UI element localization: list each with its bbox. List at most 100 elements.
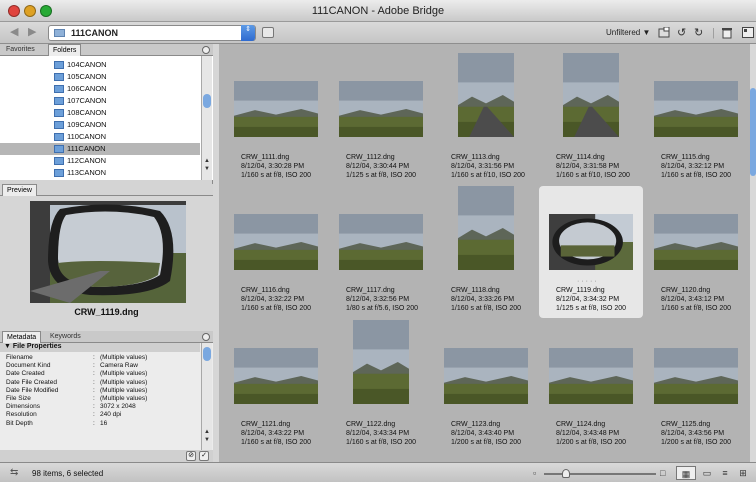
- back-arrow-icon[interactable]: ◀: [10, 26, 18, 39]
- thumbnail-image[interactable]: [458, 186, 514, 270]
- cancel-icon[interactable]: ⊘: [186, 451, 196, 461]
- apply-check-icon[interactable]: ✓: [199, 451, 209, 461]
- path-dropdown-arrows-icon[interactable]: ⇕: [241, 25, 255, 41]
- thumbnail-cell[interactable]: CRW_1115.dng 8/12/04, 3:32:12 PM 1/160 s a…: [644, 53, 748, 185]
- forward-arrow-icon[interactable]: ▶: [28, 26, 36, 39]
- metadata-key: Bit Depth: [6, 419, 33, 427]
- thumbnail-cell[interactable]: CRW_1117.dng 8/12/04, 3:32:56 PM 1/80 s at…: [329, 186, 433, 318]
- versions-view-icon[interactable]: ⊞: [736, 466, 750, 480]
- thumbnail-cell[interactable]: CRW_1125.dng 8/12/04, 3:43:56 PM 1/200 s a…: [644, 320, 748, 452]
- tab-preview[interactable]: Preview: [2, 184, 37, 196]
- thumbnail-cell[interactable]: CRW_1124.dng 8/12/04, 3:43:48 PM 1/200 s a…: [539, 320, 643, 452]
- thumbnail-image[interactable]: [549, 214, 633, 270]
- thumbnail-image[interactable]: [353, 320, 409, 404]
- thumbnail-cell[interactable]: CRW_1113.dng 8/12/04, 3:31:56 PM 1/160 s a…: [434, 53, 538, 185]
- metadata-value: 240 dpi: [100, 411, 122, 419]
- trash-icon[interactable]: [722, 27, 732, 42]
- meta-scroll-up-icon[interactable]: ▲: [203, 429, 211, 436]
- thumbnail-size-slider[interactable]: [544, 473, 656, 475]
- meta-scroll-down-icon[interactable]: ▼: [203, 437, 211, 444]
- thumbnail-cell[interactable]: CRW_1111.dng 8/12/04, 3:30:28 PM 1/160 s a…: [224, 53, 328, 185]
- thumbnails-view-icon[interactable]: ▦: [676, 466, 696, 480]
- tab-favorites[interactable]: Favorites: [2, 44, 39, 56]
- thumbnail-image[interactable]: [654, 214, 738, 270]
- thumbnail-cell[interactable]: CRW_1120.dng 8/12/04, 3:43:12 PM 1/160 s a…: [644, 186, 748, 318]
- thumbnail-cell[interactable]: CRW_1121.dng 8/12/04, 3:43:22 PM 1/160 s a…: [224, 320, 328, 452]
- content-scroll-thumb[interactable]: [750, 88, 756, 176]
- folder-item[interactable]: 111CANON: [0, 143, 200, 155]
- folder-item[interactable]: 105CANON: [0, 71, 200, 83]
- metadata-value: 3072 x 2048: [100, 403, 136, 411]
- zoom-small-icon[interactable]: ▫: [533, 468, 536, 478]
- folder-icon: [54, 73, 64, 81]
- metadata-scroll-thumb[interactable]: [203, 347, 211, 361]
- thumbnail-exposure: 1/125 s at f/8, ISO 200: [346, 172, 417, 179]
- thumbnail-image[interactable]: [458, 53, 514, 137]
- thumbnail-image[interactable]: [654, 81, 738, 137]
- thumbnail-exposure: 1/200 s at f/8, ISO 200: [556, 439, 627, 446]
- file-properties-header[interactable]: ▼ File Properties: [0, 343, 200, 352]
- filmstrip-view-icon[interactable]: ▭: [700, 466, 714, 480]
- metadata-row: Bit Depth:16: [0, 420, 200, 428]
- thumbnail-image[interactable]: [234, 348, 318, 404]
- tab-folders[interactable]: Folders: [48, 44, 82, 56]
- reveal-panes-icon[interactable]: ⇆: [10, 467, 18, 478]
- recent-folders-icon[interactable]: [262, 27, 274, 38]
- folder-item[interactable]: 113CANON: [0, 167, 200, 179]
- compact-mode-icon[interactable]: [742, 27, 754, 41]
- thumbnail-cell[interactable]: CRW_1116.dng 8/12/04, 3:32:22 PM 1/160 s a…: [224, 186, 328, 318]
- thumbnail-image[interactable]: [339, 214, 423, 270]
- folder-scroll-thumb[interactable]: [203, 94, 211, 108]
- preview-image: [30, 201, 186, 303]
- filter-menu[interactable]: Unfiltered ▼: [606, 28, 650, 37]
- thumbnail-date: 8/12/04, 3:43:48 PM: [556, 430, 620, 437]
- metadata-row: Date File Modified: (Multiple values): [0, 387, 200, 395]
- folder-scrollbar[interactable]: ▲ ▼: [201, 56, 212, 180]
- metadata-scrollbar[interactable]: ▲ ▼: [201, 343, 212, 450]
- thumbnail-cell[interactable]: CRW_1112.dng 8/12/04, 3:30:44 PM 1/125 s a…: [329, 53, 433, 185]
- metadata-colon: :: [93, 411, 95, 419]
- thumbnail-image[interactable]: [339, 81, 423, 137]
- thumbnail-cell[interactable]: CRW_1114.dng 8/12/04, 3:31:58 PM 1/160 s a…: [539, 53, 643, 185]
- tab-keywords[interactable]: Keywords: [46, 331, 85, 343]
- thumbnail-cell[interactable]: CRW_1118.dng 8/12/04, 3:33:26 PM 1/160 s a…: [434, 186, 538, 318]
- new-folder-icon[interactable]: [658, 26, 670, 41]
- thumbnail-image[interactable]: [444, 348, 528, 404]
- path-menu[interactable]: 111CANON ⇕: [48, 25, 256, 41]
- folder-item[interactable]: 108CANON: [0, 107, 200, 119]
- thumbnail-size-knob[interactable]: [562, 469, 571, 478]
- scroll-up-icon[interactable]: ▲: [203, 158, 211, 165]
- folder-item[interactable]: 107CANON: [0, 95, 200, 107]
- zoom-large-icon[interactable]: □: [660, 468, 665, 478]
- thumbnail-image[interactable]: [234, 214, 318, 270]
- thumbnail-image[interactable]: [549, 348, 633, 404]
- folder-item[interactable]: 110CANON: [0, 131, 200, 143]
- metadata-menu-icon[interactable]: [202, 333, 210, 341]
- panel-menu-icon[interactable]: [202, 46, 210, 54]
- thumbnail-exposure: 1/200 s at f/8, ISO 200: [451, 439, 522, 446]
- thumbnail-cell[interactable]: CRW_1123.dng 8/12/04, 3:43:40 PM 1/200 s a…: [434, 320, 538, 452]
- thumbnail-filename: CRW_1113.dng: [451, 154, 500, 161]
- folder-icon: [54, 109, 64, 117]
- content-scrollbar[interactable]: [750, 44, 756, 462]
- tab-metadata[interactable]: Metadata: [2, 331, 42, 343]
- scroll-down-icon[interactable]: ▼: [203, 166, 211, 173]
- folder-item[interactable]: 104CANON: [0, 59, 200, 71]
- thumbnail-image[interactable]: [563, 53, 619, 137]
- thumbnail-image[interactable]: [234, 81, 318, 137]
- folder-item[interactable]: 106CANON: [0, 83, 200, 95]
- details-view-icon[interactable]: ≡: [718, 466, 732, 480]
- thumbnail-date: 8/12/04, 3:32:12 PM: [661, 163, 725, 170]
- thumbnail-cell[interactable]: ····· CRW_1119.dng 8/12/04, 3:34:32 PM 1/12…: [539, 186, 643, 318]
- thumbnail-cell[interactable]: CRW_1122.dng 8/12/04, 3:43:34 PM 1/160 s a…: [329, 320, 433, 452]
- rotate-right-icon[interactable]: ↻: [694, 27, 703, 39]
- window-title: 111CANON - Adobe Bridge: [311, 5, 445, 17]
- metadata-key: Filename: [6, 354, 33, 361]
- folder-item[interactable]: 109CANON: [0, 119, 200, 131]
- thumbnail-image[interactable]: [654, 348, 738, 404]
- thumbnail-filename: CRW_1117.dng: [346, 287, 395, 294]
- rating-dots[interactable]: ·····: [577, 278, 599, 285]
- thumbnail-filename: CRW_1115.dng: [661, 154, 710, 161]
- folder-item[interactable]: 112CANON: [0, 155, 200, 167]
- rotate-left-icon[interactable]: ↺: [677, 27, 686, 39]
